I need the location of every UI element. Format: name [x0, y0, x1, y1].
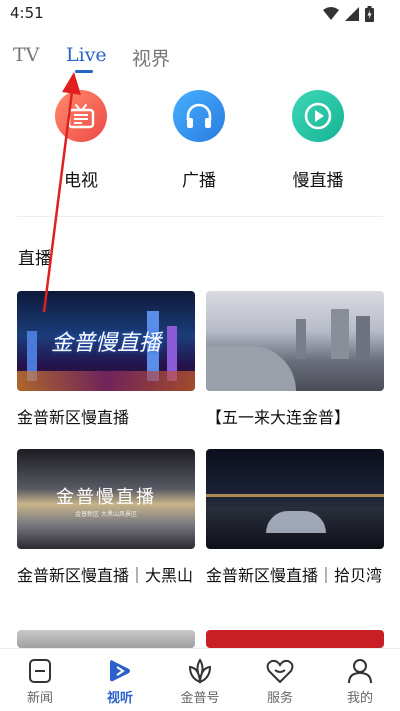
nav-service[interactable]: 服务	[248, 657, 312, 706]
profile-icon	[328, 657, 392, 685]
play-icon	[292, 90, 344, 142]
active-tab-indicator	[75, 70, 93, 73]
news-icon	[8, 657, 72, 685]
tab-live[interactable]: Live	[66, 44, 107, 66]
bottom-nav: 新闻 视听 金普号 服务 我的	[0, 648, 400, 711]
headphones-icon	[173, 90, 225, 142]
thumbnail	[206, 449, 384, 549]
tv-icon	[55, 90, 107, 142]
card-title: 【五一来大连金普】	[206, 408, 351, 427]
nav-label: 我的	[346, 691, 373, 706]
thumbnail: 金普慢直播	[17, 291, 195, 391]
nav-video[interactable]: 视听	[88, 657, 152, 706]
battery-icon	[365, 6, 374, 22]
channel-label: 广播	[182, 171, 216, 191]
channel-slow-live[interactable]: 慢直播	[268, 90, 368, 191]
channel-label: 电视	[64, 171, 98, 191]
thumbnail-overlay: 金普慢直播	[56, 487, 156, 508]
nav-label: 新闻	[26, 691, 53, 706]
nav-profile[interactable]: 我的	[328, 657, 392, 706]
thumbnail	[206, 630, 384, 648]
status-bar: 4:51	[0, 0, 400, 30]
channel-tv[interactable]: 电视	[31, 90, 131, 191]
signal-icon	[345, 7, 359, 21]
channel-row: 电视 广播 慢直播	[0, 90, 400, 200]
nav-label: 服务	[266, 691, 293, 706]
leaf-icon	[168, 657, 232, 685]
nav-label: 金普号	[180, 691, 220, 706]
thumbnail-overlay-sub: 金普新区 大黑山风景区	[75, 511, 137, 518]
divider	[17, 216, 383, 217]
wifi-icon	[323, 7, 339, 20]
thumbnail	[206, 291, 384, 391]
card-title: 金普新区慢直播｜拾贝湾	[206, 566, 383, 585]
thumbnail-overlay: 金普慢直播	[50, 331, 161, 356]
nav-label: 视听	[106, 691, 133, 706]
thumbnail	[17, 630, 195, 648]
nav-news[interactable]: 新闻	[8, 657, 72, 706]
live-card[interactable]: 金普慢直播 金普新区 大黑山风景区 金普新区慢直播｜大黑山	[17, 449, 195, 589]
live-card[interactable]: 金普新区慢直播｜拾贝湾	[206, 449, 384, 589]
card-title: 金普新区慢直播｜大黑山	[17, 566, 194, 585]
channel-label: 慢直播	[292, 171, 344, 191]
heart-icon	[248, 657, 312, 685]
top-tab-bar: TV Live 视界	[0, 40, 400, 80]
live-card[interactable]: 【五一来大连金普】	[206, 291, 384, 431]
nav-jinpuhao[interactable]: 金普号	[168, 657, 232, 706]
section-title: 直播	[18, 249, 52, 269]
thumbnail: 金普慢直播 金普新区 大黑山风景区	[17, 449, 195, 549]
card-title: 金普新区慢直播	[17, 408, 130, 427]
play-icon	[88, 657, 152, 685]
live-card[interactable]: 金普慢直播 金普新区慢直播	[17, 291, 195, 431]
status-icons	[323, 6, 374, 22]
status-time: 4:51	[10, 4, 44, 22]
tab-shijie[interactable]: 视界	[132, 44, 170, 71]
channel-radio[interactable]: 广播	[149, 90, 249, 191]
tab-tv[interactable]: TV	[13, 44, 39, 66]
